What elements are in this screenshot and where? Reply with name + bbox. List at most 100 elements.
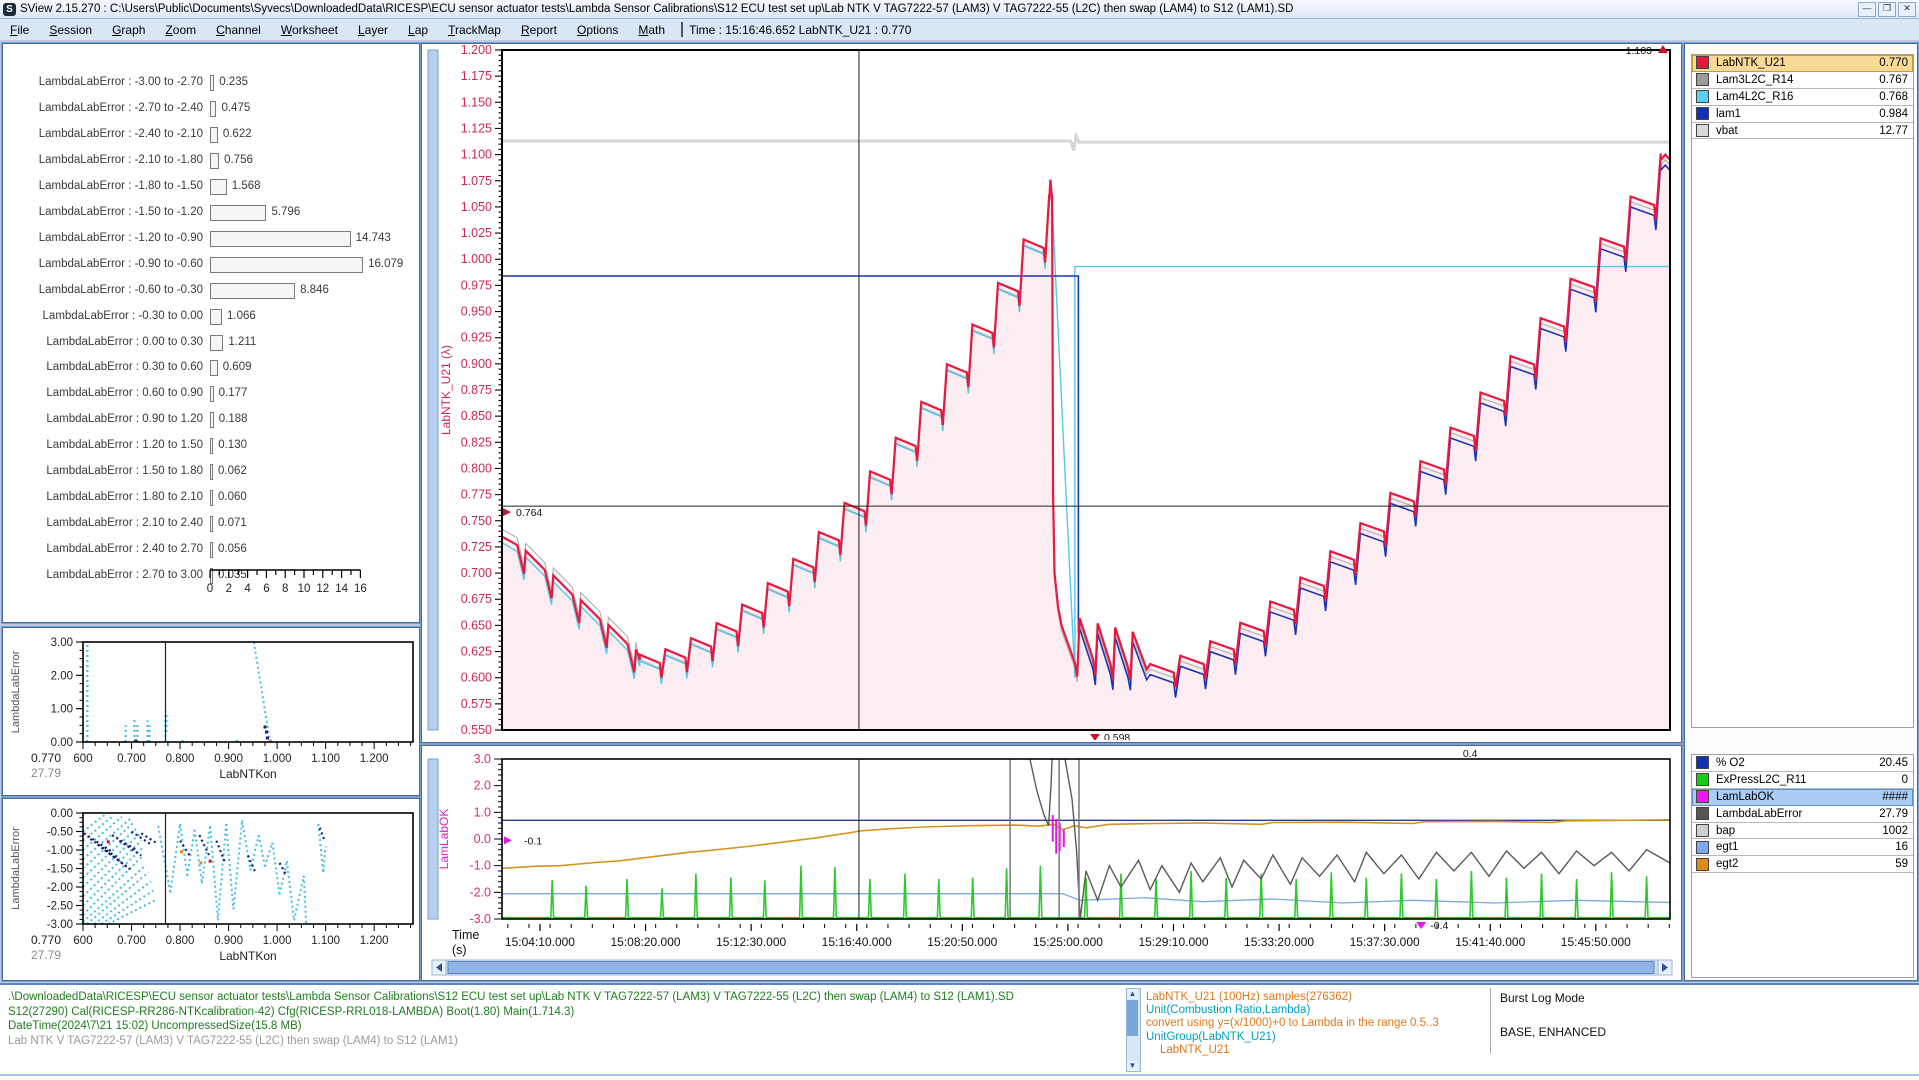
histogram-bin-label: LambdaLabError : -0.30 to 0.00 [3,310,203,322]
channel-info-scrollbar[interactable]: ▲ ▼ [1126,988,1141,1072]
close-button[interactable]: ✕ [1898,2,1916,17]
legend-row-lam3l2c-r14[interactable]: Lam3L2C_R140.767 [1692,72,1913,89]
svg-text:0.800: 0.800 [461,461,492,475]
svg-text:27.79: 27.79 [31,766,61,780]
channel-info-line: Unit(Combustion Ratio,Lambda) [1146,1004,1310,1016]
svg-text:1.125: 1.125 [461,121,492,135]
legend-top-box: LabNTK_U210.770Lam3L2C_R140.767Lam4L2C_R… [1691,54,1914,728]
legend-bottom-box: % O220.45ExPressL2C_R110LamLabOK####Lamb… [1691,754,1914,978]
legend-row-lam1[interactable]: lam10.984 [1692,106,1913,123]
legend-row-lambdalaberror[interactable]: LambdaLabError27.79 [1692,806,1913,823]
svg-text:0.950: 0.950 [461,305,492,319]
menu-item-worksheet[interactable]: Worksheet [271,21,348,39]
menu-item-zoom[interactable]: Zoom [155,21,206,39]
histogram-bar [210,542,213,558]
svg-text:-3.0: -3.0 [469,912,491,926]
histogram-bin-label: LambdaLabError : -1.80 to -1.50 [3,180,203,192]
channel-value: 27.79 [1879,808,1913,820]
svg-text:-2.00: -2.00 [47,882,73,894]
legend-row-vbat[interactable]: vbat12.77 [1692,123,1913,140]
legend-row-expressl2c-r11[interactable]: ExPressL2C_R110 [1692,772,1913,789]
menu-item-report[interactable]: Report [511,21,567,39]
histogram-row: LambdaLabError : -0.90 to -0.6016.079 [3,252,419,278]
svg-text:15:25:00.000: 15:25:00.000 [1033,935,1103,949]
scroll-up-icon[interactable]: ▲ [1127,989,1138,999]
menu-item-channel[interactable]: Channel [206,21,271,39]
svg-text:1.00: 1.00 [51,704,73,716]
histogram-row: LambdaLabError : 0.90 to 1.200.188 [3,407,419,433]
menu-item-math[interactable]: Math [628,21,675,39]
histogram-bin-value: 0.622 [223,128,252,140]
svg-text:15:33:20.000: 15:33:20.000 [1244,935,1314,949]
scatter-bottom-chart[interactable]: 0.00-0.50-1.00-1.50-2.00-2.50-3.006000.7… [3,799,417,978]
menu-item-trackmap[interactable]: TrackMap [438,21,511,39]
svg-text:1.103: 1.103 [1626,45,1652,57]
channel-value: #### [1882,791,1913,803]
scroll-down-icon[interactable]: ▼ [1127,1061,1138,1071]
histogram-bin-value: 0.235 [219,76,248,88]
menu-item-lap[interactable]: Lap [398,21,438,39]
svg-text:-3.00: -3.00 [47,919,73,931]
window-title: SView 2.15.270 : C:\Users\Public\Documen… [20,3,1293,15]
svg-text:0: 0 [207,583,213,595]
channel-color-swatch [1696,773,1709,786]
svg-text:0.700: 0.700 [461,566,492,580]
channel-value: 16 [1895,841,1913,853]
channel-legend-panel: LabNTK_U210.770Lam3L2C_R140.767Lam4L2C_R… [1684,43,1918,981]
channel-name: egt1 [1716,841,1895,853]
histogram-bin-value: 1.066 [227,310,256,322]
svg-text:1.050: 1.050 [461,200,492,214]
svg-text:1.150: 1.150 [461,95,492,109]
histogram-row: LambdaLabError : 1.50 to 1.800.062 [3,459,419,485]
histogram-bin-label: LambdaLabError : 0.60 to 0.90 [3,387,203,399]
lamlabok-chart-panel: -3.0-2.0-1.00.01.02.03.0LamLabOK15:04:10… [421,745,1682,981]
histogram-bin-value: 0.609 [223,361,252,373]
scrollbar-thumb[interactable] [1127,1000,1138,1036]
svg-text:LambdaLabError: LambdaLabError [10,650,22,733]
channel-name: egt2 [1716,858,1895,870]
histogram-bin-label: LambdaLabError : 0.00 to 0.30 [3,336,203,348]
channel-color-swatch [1696,124,1709,137]
channel-color-swatch [1696,73,1709,86]
svg-text:0.625: 0.625 [461,645,492,659]
main-lambda-chart[interactable]: 0.5500.5750.6000.6250.6500.6750.7000.725… [422,44,1679,740]
legend-row-bap[interactable]: bap1002 [1692,823,1913,840]
menu-bar: FileSessionGraphZoomChannelWorksheetLaye… [0,19,1919,40]
svg-text:0.770: 0.770 [31,933,61,947]
lamlabok-chart[interactable]: -3.0-2.0-1.00.01.02.03.0LamLabOK15:04:10… [422,746,1679,978]
minimize-button[interactable]: — [1858,2,1876,17]
svg-text:0.925: 0.925 [461,331,492,345]
histogram-bin-value: 1.211 [228,336,256,348]
scatter-top-chart[interactable]: 3.002.001.000.006000.7000.8000.9001.0001… [3,628,417,793]
menu-item-options[interactable]: Options [567,21,628,39]
menu-item-file[interactable]: File [0,21,39,39]
menu-item-graph[interactable]: Graph [102,21,155,39]
channel-info-line: convert using y=(x/1000)+0 to Lambda in … [1146,1017,1439,1029]
legend-row-egt2[interactable]: egt259 [1692,856,1913,873]
histogram-bin-label: LambdaLabError : 0.30 to 0.60 [3,361,203,373]
histogram-row: LambdaLabError : -1.20 to -0.9014.743 [3,226,419,252]
strip-bottom-line [0,1074,1919,1076]
histogram-row: LambdaLabError : 1.80 to 2.100.060 [3,485,419,511]
histogram-bar [210,231,351,247]
channel-color-swatch [1696,756,1709,769]
svg-text:15:08:20.000: 15:08:20.000 [611,935,681,949]
legend-row--o2[interactable]: % O220.45 [1692,755,1913,772]
svg-text:-0.4: -0.4 [1430,920,1448,932]
svg-text:0.650: 0.650 [461,618,492,632]
histogram-bin-label: LambdaLabError : -2.70 to -2.40 [3,102,203,114]
legend-row-lam4l2c-r16[interactable]: Lam4L2C_R160.768 [1692,89,1913,106]
legend-row-lamlabok[interactable]: LamLabOK#### [1692,789,1913,806]
restore-button[interactable]: ❐ [1878,2,1896,17]
menu-item-session[interactable]: Session [39,21,102,39]
legend-row-egt1[interactable]: egt116 [1692,839,1913,856]
svg-text:-2.0: -2.0 [469,885,491,899]
channel-value: 1002 [1882,825,1913,837]
histogram-bin-label: LambdaLabError : 1.50 to 1.80 [3,465,203,477]
svg-text:1.100: 1.100 [311,753,340,765]
legend-row-labntk-u21[interactable]: LabNTK_U210.770 [1692,55,1913,72]
menu-item-layer[interactable]: Layer [348,21,398,39]
histogram-bin-label: LambdaLabError : -0.90 to -0.60 [3,258,203,270]
svg-text:2.00: 2.00 [51,670,73,682]
svg-text:0.850: 0.850 [461,409,492,423]
